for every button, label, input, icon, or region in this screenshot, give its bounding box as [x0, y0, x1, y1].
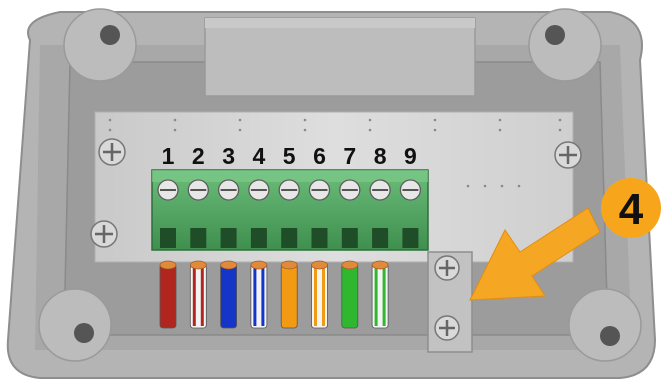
wire-red — [159, 260, 177, 329]
terminal-number-5: 5 — [283, 143, 296, 169]
terminal-wire-slot — [311, 228, 328, 248]
terminal-number-3: 3 — [222, 143, 235, 169]
terminal-number-6: 6 — [313, 143, 326, 169]
screw-icon — [90, 220, 118, 248]
terminal-wire-slot — [341, 228, 358, 248]
step-number: 4 — [619, 185, 644, 234]
terminal-wire-slot — [160, 228, 176, 248]
junction-box-illustration: 123456789 4 — [6, 8, 661, 379]
terminal-block — [151, 169, 429, 251]
terminal-number-4: 4 — [253, 143, 266, 169]
terminal-number-labels: 123456789 — [162, 143, 417, 169]
screw-icon — [554, 141, 582, 169]
wire-white-green — [371, 260, 389, 329]
wire-white-red — [189, 260, 207, 329]
wire-white-orange — [311, 260, 328, 329]
terminal-wire-slot — [281, 228, 298, 248]
terminal-wire-slot — [402, 228, 419, 248]
terminal-number-7: 7 — [343, 143, 356, 169]
terminal-wire-slot — [220, 228, 237, 248]
step-badge: 4 — [601, 178, 661, 238]
wire-green — [341, 260, 359, 329]
screw-icon — [98, 138, 126, 166]
terminal-wire-slot — [372, 228, 389, 248]
terminal-number-9: 9 — [404, 143, 417, 169]
corner-post-top-right — [528, 8, 602, 82]
cable-clamp — [427, 251, 473, 353]
corner-post-top-left — [63, 8, 137, 82]
terminal-number-8: 8 — [374, 143, 387, 169]
terminal-number-1: 1 — [162, 143, 175, 169]
wire-blue — [220, 260, 238, 329]
corner-post-bottom-left — [38, 288, 112, 362]
terminal-wire-slot — [190, 228, 207, 248]
wire-orange — [280, 260, 298, 329]
corner-post-bottom-right — [568, 288, 642, 362]
wire-white-blue — [250, 260, 268, 329]
terminal-number-2: 2 — [192, 143, 205, 169]
terminal-wire-slot — [250, 228, 267, 248]
